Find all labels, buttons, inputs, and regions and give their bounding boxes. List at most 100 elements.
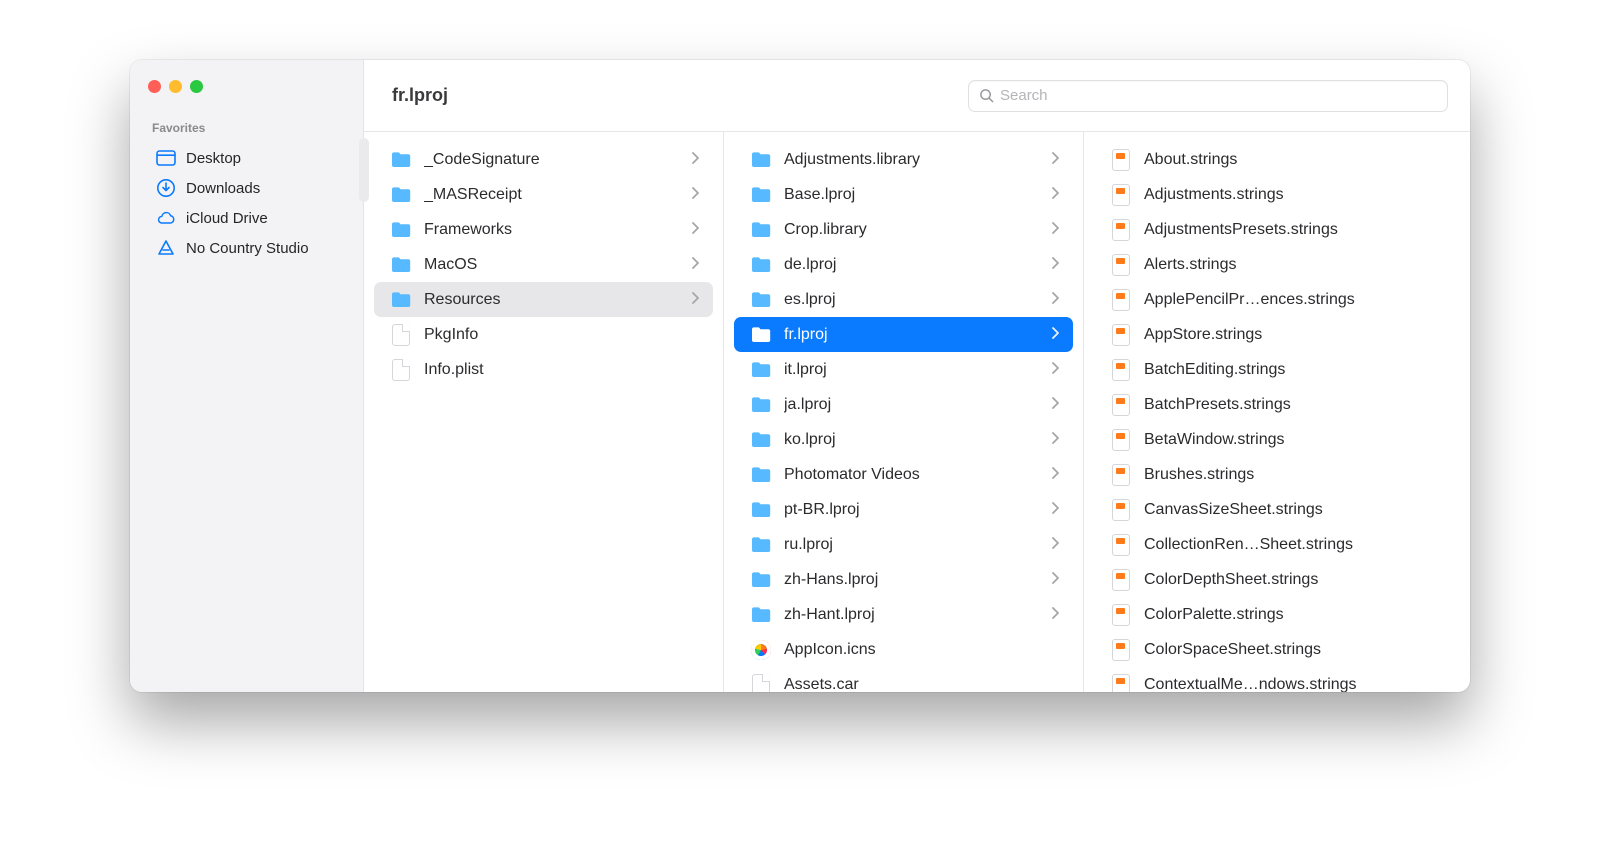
strings-file-icon xyxy=(1110,289,1132,311)
strings-file-icon xyxy=(1110,149,1132,171)
window-controls xyxy=(148,80,349,93)
list-item[interactable]: Brushes.strings xyxy=(1094,457,1460,492)
folder-icon xyxy=(750,219,772,241)
folder-icon xyxy=(750,429,772,451)
item-label: ColorPalette.strings xyxy=(1144,606,1446,624)
search-icon xyxy=(979,88,994,103)
list-item[interactable]: Photomator Videos xyxy=(734,457,1073,492)
list-item[interactable]: Info.plist xyxy=(374,352,713,387)
list-item[interactable]: Adjustments.library xyxy=(734,142,1073,177)
window-title: fr.lproj xyxy=(392,85,448,106)
list-item[interactable]: ko.lproj xyxy=(734,422,1073,457)
list-item[interactable]: pt-BR.lproj xyxy=(734,492,1073,527)
item-label: ContextualMe…ndows.strings xyxy=(1144,676,1446,693)
list-item[interactable]: Crop.library xyxy=(734,212,1073,247)
strings-file-icon xyxy=(1110,534,1132,556)
item-label: _CodeSignature xyxy=(424,151,679,169)
folder-icon xyxy=(750,604,772,626)
chevron-right-icon xyxy=(1051,466,1059,484)
list-item[interactable]: ContextualMe…ndows.strings xyxy=(1094,667,1460,692)
chevron-right-icon xyxy=(691,186,699,204)
list-item[interactable]: AdjustmentsPresets.strings xyxy=(1094,212,1460,247)
search-field[interactable] xyxy=(968,80,1448,112)
item-label: es.lproj xyxy=(784,291,1039,309)
list-item[interactable]: Alerts.strings xyxy=(1094,247,1460,282)
list-item[interactable]: fr.lproj xyxy=(734,317,1073,352)
list-item[interactable]: Base.lproj xyxy=(734,177,1073,212)
folder-icon xyxy=(390,219,412,241)
list-item[interactable]: de.lproj xyxy=(734,247,1073,282)
sidebar-item-icloud[interactable]: iCloud Drive xyxy=(148,203,349,233)
list-item[interactable]: Frameworks xyxy=(374,212,713,247)
sidebar-item-desktop[interactable]: Desktop xyxy=(148,143,349,173)
list-item[interactable]: BatchEditing.strings xyxy=(1094,352,1460,387)
sidebar-item-label: Desktop xyxy=(186,150,241,167)
list-item[interactable]: ApplePencilPr…ences.strings xyxy=(1094,282,1460,317)
list-item[interactable]: ColorPalette.strings xyxy=(1094,597,1460,632)
sidebar-resize-handle[interactable] xyxy=(359,138,369,202)
file-icon xyxy=(750,674,772,693)
list-item[interactable]: es.lproj xyxy=(734,282,1073,317)
folder-icon xyxy=(390,289,412,311)
list-item[interactable]: About.strings xyxy=(1094,142,1460,177)
chevron-right-icon xyxy=(691,221,699,239)
item-label: _MASReceipt xyxy=(424,186,679,204)
list-item[interactable]: _CodeSignature xyxy=(374,142,713,177)
sidebar: Favorites Desktop Downloads iCloud Drive xyxy=(130,60,364,692)
strings-file-icon xyxy=(1110,674,1132,693)
list-item[interactable]: CanvasSizeSheet.strings xyxy=(1094,492,1460,527)
list-item[interactable]: ja.lproj xyxy=(734,387,1073,422)
folder-icon xyxy=(750,499,772,521)
list-item[interactable]: Adjustments.strings xyxy=(1094,177,1460,212)
list-item[interactable]: ColorDepthSheet.strings xyxy=(1094,562,1460,597)
list-item[interactable]: CollectionRen…Sheet.strings xyxy=(1094,527,1460,562)
chevron-right-icon xyxy=(1051,361,1059,379)
item-label: ru.lproj xyxy=(784,536,1039,554)
column-0[interactable]: _CodeSignature _MASReceipt Frameworks MacOS… xyxy=(364,132,724,692)
sidebar-item-downloads[interactable]: Downloads xyxy=(148,173,349,203)
item-label: Crop.library xyxy=(784,221,1039,239)
chevron-right-icon xyxy=(691,256,699,274)
column-1[interactable]: Adjustments.libraryBase.lproj Crop.librar… xyxy=(724,132,1084,692)
list-item[interactable]: MacOS xyxy=(374,247,713,282)
list-item[interactable]: zh-Hans.lproj xyxy=(734,562,1073,597)
chevron-right-icon xyxy=(1051,571,1059,589)
file-icon xyxy=(390,324,412,346)
item-label: AppIcon.icns xyxy=(784,641,1059,659)
sidebar-item-label: iCloud Drive xyxy=(186,210,268,227)
item-label: Frameworks xyxy=(424,221,679,239)
folder-icon xyxy=(750,394,772,416)
zoom-window-button[interactable] xyxy=(190,80,203,93)
item-label: MacOS xyxy=(424,256,679,274)
list-item[interactable]: _MASReceipt xyxy=(374,177,713,212)
item-label: BetaWindow.strings xyxy=(1144,431,1446,449)
list-item[interactable]: PkgInfo xyxy=(374,317,713,352)
strings-file-icon xyxy=(1110,604,1132,626)
sidebar-item-no-country-studio[interactable]: No Country Studio xyxy=(148,233,349,263)
desktop-icon xyxy=(156,148,176,168)
close-window-button[interactable] xyxy=(148,80,161,93)
list-item[interactable]: Assets.car xyxy=(734,667,1073,692)
folder-icon xyxy=(750,359,772,381)
minimize-window-button[interactable] xyxy=(169,80,182,93)
downloads-icon xyxy=(156,178,176,198)
list-item[interactable]: ru.lproj xyxy=(734,527,1073,562)
list-item[interactable]: Resources xyxy=(374,282,713,317)
list-item[interactable]: zh-Hant.lproj xyxy=(734,597,1073,632)
list-item[interactable]: AppIcon.icns xyxy=(734,632,1073,667)
item-label: ja.lproj xyxy=(784,396,1039,414)
item-label: Alerts.strings xyxy=(1144,256,1446,274)
list-item[interactable]: it.lproj xyxy=(734,352,1073,387)
list-item[interactable]: BatchPresets.strings xyxy=(1094,387,1460,422)
chevron-right-icon xyxy=(1051,536,1059,554)
list-item[interactable]: AppStore.strings xyxy=(1094,317,1460,352)
chevron-right-icon xyxy=(1051,326,1059,344)
item-label: ApplePencilPr…ences.strings xyxy=(1144,291,1446,309)
list-item[interactable]: BetaWindow.strings xyxy=(1094,422,1460,457)
folder-icon xyxy=(390,184,412,206)
chevron-right-icon xyxy=(1051,501,1059,519)
chevron-right-icon xyxy=(691,151,699,169)
list-item[interactable]: ColorSpaceSheet.strings xyxy=(1094,632,1460,667)
search-input[interactable] xyxy=(1000,87,1437,104)
column-2[interactable]: About.stringsAdjustments.stringsAdjustme… xyxy=(1084,132,1470,692)
